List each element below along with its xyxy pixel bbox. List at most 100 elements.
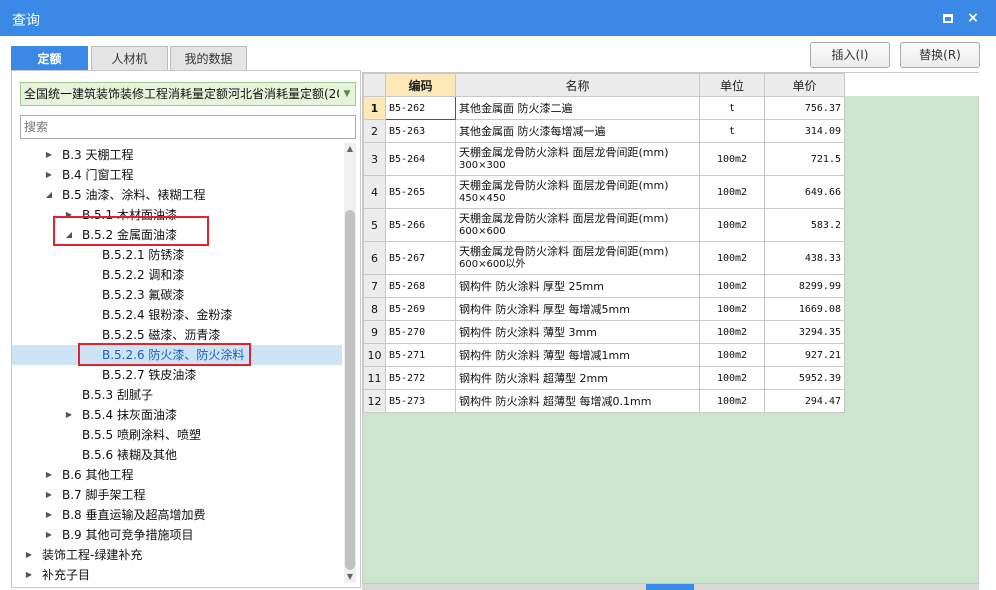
- cell-name[interactable]: 钢构件 防火涂料 超薄型 2mm: [455, 366, 700, 390]
- cell-name[interactable]: 钢构件 防火涂料 厚型 每增减5mm: [455, 297, 700, 321]
- table-row[interactable]: 7 B5-268 钢构件 防火涂料 厚型 25mm 100m2 8299.99: [363, 274, 845, 298]
- cell-price[interactable]: 721.5: [764, 142, 845, 176]
- tree-item-b5-2-1[interactable]: B.5.2.1 防锈漆: [12, 245, 342, 265]
- cell-name[interactable]: 钢构件 防火涂料 薄型 每增减1mm: [455, 343, 700, 367]
- cell-code[interactable]: B5-271: [385, 343, 456, 367]
- cell-name[interactable]: 其他金属面 防火漆每增减一遍: [455, 119, 700, 143]
- cell-unit[interactable]: 100m2: [699, 389, 765, 413]
- cell-unit[interactable]: 100m2: [699, 208, 765, 242]
- tab-quota[interactable]: 定额: [11, 46, 88, 70]
- cell-name[interactable]: 钢构件 防火涂料 薄型 3mm: [455, 320, 700, 344]
- cell-price[interactable]: 649.66: [764, 175, 845, 209]
- cell-price[interactable]: 314.09: [764, 119, 845, 143]
- expand-arrow-icon[interactable]: ▶: [44, 465, 54, 485]
- chevron-down-icon[interactable]: ▼: [339, 83, 355, 105]
- expand-arrow-icon[interactable]: ▶: [24, 565, 34, 585]
- tree-item-b5-2-5[interactable]: B.5.2.5 磁漆、沥青漆: [12, 325, 342, 345]
- close-button[interactable]: ×: [963, 8, 983, 28]
- expand-arrow-icon[interactable]: ▶: [24, 545, 34, 565]
- collapse-arrow-icon[interactable]: ◢: [44, 185, 54, 205]
- cell-code[interactable]: B5-273: [385, 389, 456, 413]
- cell-name[interactable]: 天棚金属龙骨防火涂料 面层龙骨间距(mm) 300×300: [455, 142, 700, 176]
- cell-unit[interactable]: 100m2: [699, 175, 765, 209]
- cell-code[interactable]: B5-272: [385, 366, 456, 390]
- cell-code[interactable]: B5-263: [385, 119, 456, 143]
- cell-price[interactable]: 438.33: [764, 241, 845, 275]
- cell-unit[interactable]: 100m2: [699, 320, 765, 344]
- expand-arrow-icon[interactable]: ▶: [44, 145, 54, 165]
- cell-code[interactable]: B5-264: [385, 142, 456, 176]
- cell-unit[interactable]: 100m2: [699, 297, 765, 321]
- table-row[interactable]: 6 B5-267 天棚金属龙骨防火涂料 面层龙骨间距(mm) 600×600以外 …: [363, 241, 845, 275]
- cell-price[interactable]: 294.47: [764, 389, 845, 413]
- cell-unit[interactable]: 100m2: [699, 142, 765, 176]
- tree-item-b5[interactable]: ◢ B.5 油漆、涂料、裱糊工程: [12, 185, 342, 205]
- cell-unit[interactable]: 100m2: [699, 343, 765, 367]
- tree-item-b5-2-7[interactable]: B.5.2.7 铁皮油漆: [12, 365, 342, 385]
- search-input[interactable]: [20, 115, 356, 139]
- cell-price[interactable]: 5952.39: [764, 366, 845, 390]
- tree-item-b6[interactable]: ▶ B.6 其他工程: [12, 465, 342, 485]
- expand-arrow-icon[interactable]: ▶: [44, 525, 54, 545]
- tree-item-b3[interactable]: ▶ B.3 天棚工程: [12, 145, 342, 165]
- cell-name[interactable]: 天棚金属龙骨防火涂料 面层龙骨间距(mm) 600×600以外: [455, 241, 700, 275]
- tree-item-b7[interactable]: ▶ B.7 脚手架工程: [12, 485, 342, 505]
- scroll-up-icon[interactable]: ▲: [344, 143, 356, 155]
- splitter-handle[interactable]: [646, 584, 694, 590]
- cell-unit[interactable]: t: [699, 96, 765, 120]
- tab-materials[interactable]: 人材机: [91, 46, 168, 70]
- table-row[interactable]: 9 B5-270 钢构件 防火涂料 薄型 3mm 100m2 3294.35: [363, 320, 845, 344]
- cell-code[interactable]: B5-267: [385, 241, 456, 275]
- library-select[interactable]: 全国统一建筑装饰装修工程消耗量定额河北省消耗量定额(20 ▼: [20, 82, 356, 106]
- tree-scrollbar[interactable]: ▲ ▼: [344, 143, 356, 583]
- expand-arrow-icon[interactable]: ▶: [44, 505, 54, 525]
- column-header-code[interactable]: 编码: [385, 73, 456, 97]
- column-header-price[interactable]: 单价: [764, 73, 845, 97]
- cell-name[interactable]: 钢构件 防火涂料 厚型 25mm: [455, 274, 700, 298]
- cell-price[interactable]: 756.37: [764, 96, 845, 120]
- cell-code[interactable]: B5-262: [385, 96, 456, 120]
- table-row[interactable]: 4 B5-265 天棚金属龙骨防火涂料 面层龙骨间距(mm) 450×450 10…: [363, 175, 845, 209]
- cell-price[interactable]: 927.21: [764, 343, 845, 367]
- cell-price[interactable]: 1669.08: [764, 297, 845, 321]
- table-row[interactable]: 12 B5-273 钢构件 防火涂料 超薄型 每增减0.1mm 100m2 29…: [363, 389, 845, 413]
- expand-arrow-icon[interactable]: ▶: [44, 165, 54, 185]
- expand-arrow-icon[interactable]: ▶: [44, 485, 54, 505]
- tree-item-b4[interactable]: ▶ B.4 门窗工程: [12, 165, 342, 185]
- table-row[interactable]: 11 B5-272 钢构件 防火涂料 超薄型 2mm 100m2 5952.39: [363, 366, 845, 390]
- grid-bottom-scrollbar[interactable]: [362, 584, 979, 590]
- cell-price[interactable]: 583.2: [764, 208, 845, 242]
- tree-item-b5-6[interactable]: B.5.6 裱糊及其他: [12, 445, 342, 465]
- cell-code[interactable]: B5-265: [385, 175, 456, 209]
- tree-item-b5-2-3[interactable]: B.5.2.3 氟碳漆: [12, 285, 342, 305]
- cell-code[interactable]: B5-268: [385, 274, 456, 298]
- table-row[interactable]: 10 B5-271 钢构件 防火涂料 薄型 每增减1mm 100m2 927.2…: [363, 343, 845, 367]
- cell-unit[interactable]: 100m2: [699, 274, 765, 298]
- cell-unit[interactable]: t: [699, 119, 765, 143]
- tree-item-b5-2-2[interactable]: B.5.2.2 调和漆: [12, 265, 342, 285]
- maximize-button[interactable]: [938, 8, 958, 28]
- table-row[interactable]: 2 B5-263 其他金属面 防火漆每增减一遍 t 314.09: [363, 119, 845, 143]
- scroll-thumb[interactable]: [345, 210, 355, 570]
- table-row[interactable]: 1 B5-262 其他金属面 防火漆二遍 t 756.37: [363, 96, 845, 120]
- column-header-unit[interactable]: 单位: [699, 73, 765, 97]
- scroll-down-icon[interactable]: ▼: [344, 571, 356, 583]
- table-row[interactable]: 8 B5-269 钢构件 防火涂料 厚型 每增减5mm 100m2 1669.0…: [363, 297, 845, 321]
- cell-price[interactable]: 8299.99: [764, 274, 845, 298]
- tree-item-b9[interactable]: ▶ B.9 其他可竞争措施项目: [12, 525, 342, 545]
- tree-item-supplement[interactable]: ▶ 补充子目: [12, 565, 342, 585]
- tree-item-b5-5[interactable]: B.5.5 喷刷涂料、喷塑: [12, 425, 342, 445]
- tree-item-green-building[interactable]: ▶ 装饰工程-绿建补充: [12, 545, 342, 565]
- replace-button[interactable]: 替换(R): [900, 42, 980, 68]
- column-header-name[interactable]: 名称: [455, 73, 700, 97]
- cell-name[interactable]: 天棚金属龙骨防火涂料 面层龙骨间距(mm) 450×450: [455, 175, 700, 209]
- cell-unit[interactable]: 100m2: [699, 241, 765, 275]
- table-row[interactable]: 5 B5-266 天棚金属龙骨防火涂料 面层龙骨间距(mm) 600×600 10…: [363, 208, 845, 242]
- cell-unit[interactable]: 100m2: [699, 366, 765, 390]
- cell-name[interactable]: 其他金属面 防火漆二遍: [455, 96, 700, 120]
- expand-arrow-icon[interactable]: ▶: [64, 405, 74, 425]
- tree-item-b5-4[interactable]: ▶ B.5.4 抹灰面油漆: [12, 405, 342, 425]
- insert-button[interactable]: 插入(I): [810, 42, 890, 68]
- cell-name[interactable]: 天棚金属龙骨防火涂料 面层龙骨间距(mm) 600×600: [455, 208, 700, 242]
- tab-my-data[interactable]: 我的数据: [170, 46, 247, 70]
